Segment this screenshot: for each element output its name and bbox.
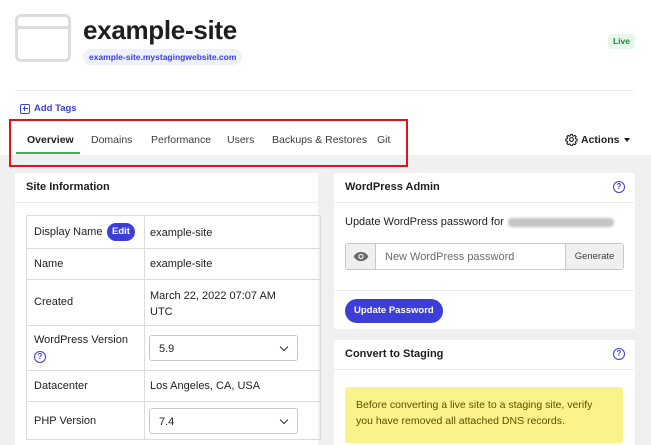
add-tags-label: Add Tags [34,103,77,114]
chevron-down-icon [623,137,630,142]
card-header-divider [15,202,318,203]
row-label: PHP Version [27,402,145,439]
password-field-group: Generate [345,243,624,270]
site-thumbnail-icon [15,14,71,62]
help-icon[interactable]: ? [34,351,46,363]
tab-performance[interactable]: Performance [151,134,211,146]
table-row: Datacenter Los Angeles, CA, USA [27,371,320,402]
update-password-button[interactable]: Update Password [345,299,443,323]
redacted-email [507,217,614,227]
actions-menu-button[interactable]: Actions [565,133,630,146]
row-label: WordPress Version ? [27,326,145,370]
convert-to-staging-card: Convert to Staging ? Before converting a… [334,340,635,445]
row-label: Created [27,280,145,325]
wordpress-admin-card: WordPress Admin ? Update WordPress passw… [334,173,635,329]
password-prompt: Update WordPress password for [345,216,614,228]
row-value: example-site [150,258,213,270]
site-domain-link[interactable]: example-site.mystagingwebsite.com [83,49,243,65]
tab-users[interactable]: Users [227,134,254,146]
chevron-down-icon [279,342,289,352]
convert-to-staging-title: Convert to Staging [345,348,444,360]
header-divider [15,90,635,91]
php-version-select[interactable]: 7.4 [149,408,298,434]
site-information-card: Site Information Display Name Edit examp… [15,173,321,445]
actions-label: Actions [581,133,620,146]
site-title: example-site [83,15,237,45]
chevron-down-icon [279,415,289,425]
wordpress-version-select[interactable]: 5.9 [149,335,298,361]
wordpress-admin-title: WordPress Admin [345,181,440,193]
site-info-table: Display Name Edit example-site Name exam… [26,215,321,440]
dns-warning-notice: Before converting a live site to a stagi… [345,387,623,443]
card-section-divider [334,290,635,291]
row-label: Name [27,249,145,279]
edit-display-name-button[interactable]: Edit [107,223,135,241]
table-row: PHP Version 7.4 [27,402,320,440]
row-value: 5.9 [145,326,320,370]
show-password-toggle[interactable] [346,244,376,269]
table-row: Created March 22, 2022 07:07 AM UTC [27,280,320,326]
tab-git[interactable]: Git [377,134,390,146]
row-value: Los Angeles, CA, USA [150,380,261,392]
new-password-input[interactable] [377,244,565,269]
live-status-badge: Live [607,34,635,49]
table-row: Display Name Edit example-site [27,216,320,249]
help-icon[interactable]: ? [613,181,625,193]
row-value: example-site [150,227,213,239]
generate-password-button[interactable]: Generate [565,244,623,269]
card-header-divider [334,202,635,203]
row-value: March 22, 2022 07:07 AM UTC [150,290,276,318]
tab-overview[interactable]: Overview [27,134,74,146]
add-tags-button[interactable]: Add Tags [20,103,77,114]
add-tags-plus-icon [20,103,30,114]
site-information-title: Site Information [26,181,110,193]
tab-backups-restores[interactable]: Backups & Restores [272,134,367,146]
eye-icon [353,251,369,262]
row-label: Datacenter [27,371,145,401]
table-row: Name example-site [27,249,320,280]
active-tab-indicator [16,152,80,154]
row-value: 7.4 [145,402,320,439]
row-label: Display Name Edit [27,216,145,248]
help-icon[interactable]: ? [613,348,625,360]
card-header-divider [334,369,635,370]
gear-icon [565,133,578,146]
table-row: WordPress Version ? 5.9 [27,326,320,371]
tab-domains[interactable]: Domains [91,134,132,146]
